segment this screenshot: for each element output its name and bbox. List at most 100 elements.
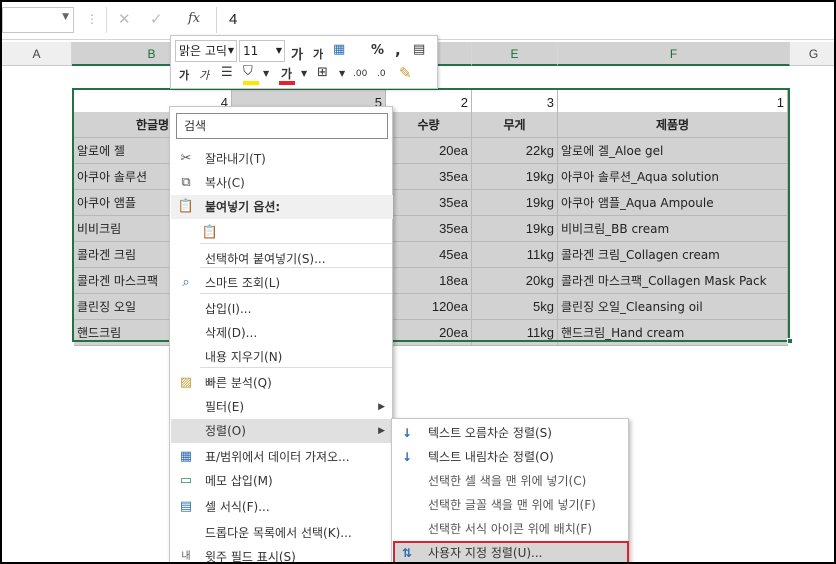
submenu-font-color-top[interactable]: 선택한 글꼴 색을 맨 위에 넣기(F) (393, 493, 629, 517)
custom-sort-icon: ⇅ (401, 546, 413, 560)
menu-item-label: 정렬(O) (205, 424, 246, 438)
submenu-cell-color-top[interactable]: 선택한 셀 색을 맨 위에 넣기(C) (393, 469, 629, 493)
submenu-icon-top[interactable]: 선택한 서식 아이콘 위에 배치(F) (393, 517, 629, 541)
divider (106, 7, 107, 33)
menu-item-format-cells[interactable]: ▤ 셀 서식(F)... (171, 495, 393, 519)
menu-item-insert[interactable]: 삽입(I)... (171, 297, 393, 321)
increase-decimal-icon[interactable]: .00 (353, 69, 367, 79)
percent-style-icon[interactable]: % (371, 43, 384, 58)
submenu-custom-sort[interactable]: ⇅ 사용자 지정 정렬(U)... (393, 541, 629, 562)
bold-icon[interactable]: 가 (179, 67, 189, 83)
font-size-value: 11 (243, 44, 259, 58)
chevron-down-icon[interactable]: ▼ (301, 69, 307, 78)
menu-item-paste-special[interactable]: 선택하여 붙여넣기(S)... (171, 247, 393, 271)
menu-item-delete[interactable]: 삭제(D)... (171, 321, 393, 345)
menu-item-label: 메모 삽입(M) (205, 474, 273, 488)
sort-ascending-icon: ↓ (401, 426, 413, 440)
chevron-down-icon[interactable]: ▼ (62, 12, 69, 22)
decrease-decimal-icon[interactable]: .0 (377, 69, 386, 79)
fill-handle[interactable] (787, 338, 793, 344)
copy-icon: ⧉ (181, 175, 191, 190)
column-header-g[interactable]: G (790, 42, 834, 66)
menu-item-label: 선택하여 붙여넣기(S)... (205, 252, 326, 266)
menu-item-copy[interactable]: ⧉ 복사(C) (171, 171, 393, 195)
submenu-sort-ascending[interactable]: ↓ 텍스트 오름차순 정렬(S) (393, 421, 629, 445)
align-center-icon[interactable]: ☰ (221, 65, 233, 80)
submenu-item-label: 선택한 셀 색을 맨 위에 넣기(C) (428, 474, 587, 488)
italic-icon[interactable]: 가 (199, 67, 209, 83)
menu-item-insert-comment[interactable]: ▭ 메모 삽입(M) (171, 469, 393, 493)
quick-analysis-icon: ▨ (179, 375, 193, 390)
submenu-sort-descending[interactable]: ↓ 텍스트 내림차순 정렬(O) (393, 445, 629, 469)
formula-input[interactable]: 4 (216, 7, 834, 33)
menu-item-label: 삭제(D)... (205, 326, 258, 340)
format-cells-icon: ▤ (179, 499, 193, 514)
comment-icon: ▭ (179, 473, 193, 488)
menu-item-clear-contents[interactable]: 내용 지우기(N) (171, 345, 393, 369)
borders-icon[interactable]: ⊞ (317, 65, 328, 80)
menu-item-sort[interactable]: 정렬(O) ▶ (171, 419, 393, 443)
menu-item-label: 붙여넣기 옵션: (205, 200, 281, 214)
format-painter-icon[interactable]: ✎ (399, 64, 412, 82)
chevron-down-icon: ▼ (227, 46, 234, 55)
more-options-icon[interactable]: ⋮ (86, 12, 98, 26)
chevron-down-icon[interactable]: ▼ (339, 69, 345, 78)
menu-item-label: 필터(E) (205, 400, 245, 414)
menu-item-label: 스마트 조회(L) (205, 276, 281, 290)
cancel-icon[interactable]: ✕ (118, 10, 131, 28)
chevron-down-icon[interactable]: ▼ (263, 69, 269, 78)
fill-color-icon[interactable]: ⛉ (243, 64, 253, 79)
table-icon: ▦ (179, 449, 193, 464)
accounting-format-icon[interactable]: ▦ (333, 42, 345, 57)
menu-item-paste-options: 📋 붙여넣기 옵션: (171, 195, 393, 219)
menu-item-filter[interactable]: 필터(E) ▶ (171, 395, 393, 419)
menu-item-quick-analysis[interactable]: ▨ 빠른 분석(Q) (171, 371, 393, 395)
font-name-select[interactable]: 맑은 고딕 ▼ (175, 40, 237, 62)
shrink-font-icon[interactable]: 가 (313, 46, 323, 62)
menu-item-paste-icon[interactable]: 📋 (171, 219, 393, 247)
comma-style-icon[interactable]: , (395, 41, 401, 59)
insert-function-icon[interactable]: fx (188, 11, 200, 26)
paste-icon: 📋 (177, 199, 195, 214)
column-header-a[interactable]: A (2, 42, 72, 66)
sort-submenu: ↓ 텍스트 오름차순 정렬(S) ↓ 텍스트 내림차순 정렬(O) 선택한 셀 색을 맨… (391, 418, 629, 562)
chevron-down-icon: ▼ (275, 46, 282, 55)
column-header-f[interactable]: F (558, 42, 790, 66)
mini-toolbar: 맑은 고딕 ▼ 11 ▼ 가 가 ▦ % , ▤ 가 가 ☰ ⛉ ▼ 가 ▼ ⊞… (170, 35, 438, 89)
sort-descending-icon: ↓ (401, 450, 413, 464)
menu-item-label: 윗주 필드 표시(S) (205, 550, 296, 564)
menu-item-label: 잘라내기(T) (205, 152, 266, 166)
font-size-select[interactable]: 11 ▼ (239, 40, 285, 62)
paste-clipboard-icon: 📋 (201, 225, 219, 240)
excel-window: ▼ ⋮ ✕ ✓ fx 4 A B E F G 4 5 2 3 1 한글명 수량 … (0, 0, 836, 564)
menu-item-cut[interactable]: ✂ 잘라내기(T) (171, 147, 393, 171)
menu-item-label: 복사(C) (205, 176, 245, 190)
smart-lookup-icon: ⌕ (182, 275, 190, 290)
submenu-item-label: 텍스트 오름차순 정렬(S) (428, 426, 552, 440)
menu-item-label: 삽입(I)... (205, 302, 252, 316)
chevron-right-icon: ▶ (378, 426, 385, 436)
format-table-icon[interactable]: ▤ (413, 42, 425, 57)
menu-item-label: 빠른 분석(Q) (205, 376, 272, 390)
submenu-item-label: 텍스트 내림차순 정렬(O) (428, 450, 554, 464)
menu-item-get-data-from-table[interactable]: ▦ 표/범위에서 데이터 가져오... (171, 445, 393, 469)
enter-icon[interactable]: ✓ (150, 10, 163, 28)
menu-item-pick-from-dropdown[interactable]: 드롭다운 목록에서 선택(K)... (171, 521, 393, 545)
name-box[interactable]: ▼ (2, 7, 74, 33)
font-name-value: 맑은 고딕 (179, 44, 227, 58)
context-menu: 검색 ✂ 잘라내기(T) ⧉ 복사(C) 📋 붙여넣기 옵션: 📋 선택하여 붙여넣기(S).… (169, 106, 393, 564)
submenu-item-label: 선택한 서식 아이콘 위에 배치(F) (428, 522, 593, 536)
menu-item-smart-lookup[interactable]: ⌕ 스마트 조회(L) (171, 271, 393, 295)
menu-item-label: 셀 서식(F)... (205, 500, 270, 514)
fill-color-swatch (243, 81, 259, 85)
font-color-icon[interactable]: 가 (281, 65, 292, 82)
context-search-input[interactable]: 검색 (176, 113, 388, 139)
submenu-item-label: 선택한 글꼴 색을 맨 위에 넣기(F) (428, 498, 596, 512)
menu-item-label: 내용 지우기(N) (205, 350, 283, 364)
scissors-icon: ✂ (180, 151, 192, 166)
menu-item-show-phonetic[interactable]: 내 윗주 필드 표시(S) (171, 545, 393, 564)
font-color-swatch (279, 81, 295, 85)
chevron-right-icon: ▶ (378, 402, 385, 412)
grow-font-icon[interactable]: 가 (291, 44, 303, 63)
column-header-e[interactable]: E (472, 42, 558, 66)
